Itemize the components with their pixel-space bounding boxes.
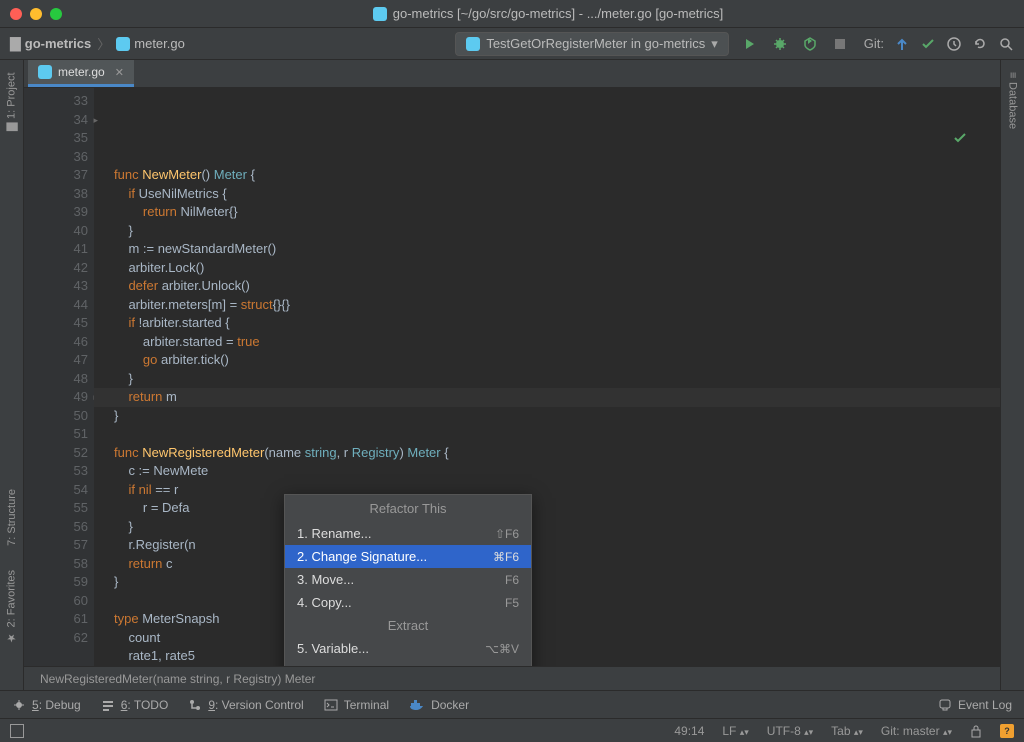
refactor-item[interactable]: 5. Variable...⌥⌘V — [285, 637, 531, 660]
update-project-button[interactable] — [894, 36, 910, 52]
editor-tab-meter[interactable]: meter.go ✕ — [28, 60, 134, 87]
inspection-icon[interactable]: ? — [1000, 724, 1014, 738]
code-scroll-area[interactable]: 3334▸353637383940414243444546474849▸5051… — [24, 88, 1000, 666]
todo-tool-tab[interactable]: 6: TODO — [101, 698, 169, 712]
vcs-tool-tab[interactable]: 9: Version Control — [188, 698, 303, 712]
main-area: ▇1: Project 7: Structure ★2: Favorites m… — [0, 60, 1024, 690]
breadcrumb-project[interactable]: ▇ go-metrics — [10, 35, 91, 52]
run-button[interactable] — [741, 35, 759, 53]
bottom-tool-strip: 5: Debug 6: TODO 9: Version Control Term… — [0, 690, 1024, 718]
folder-icon: ▇ — [10, 35, 21, 52]
refactor-item[interactable]: 3. Move...F6 — [285, 568, 531, 591]
indent-selector[interactable]: Tab ▴▾ — [831, 724, 863, 738]
search-button[interactable] — [998, 36, 1014, 52]
left-tool-strip: ▇1: Project 7: Structure ★2: Favorites — [0, 60, 24, 690]
debug-button[interactable] — [771, 35, 789, 53]
editor-tab-bar: meter.go ✕ — [24, 60, 1000, 88]
run-toolbar — [741, 35, 849, 53]
revert-button[interactable] — [972, 36, 988, 52]
window-title: go-metrics [~/go/src/go-metrics] - .../m… — [82, 6, 1014, 21]
docker-tool-tab[interactable]: Docker — [409, 698, 469, 712]
refactor-item[interactable]: 4. Copy...F5 — [285, 591, 531, 614]
window-controls — [10, 8, 62, 20]
status-bar: 49:14 LF ▴▾ UTF-8 ▴▾ Tab ▴▾ Git: master … — [0, 718, 1024, 742]
debug-tool-tab[interactable]: 5: Debug — [12, 698, 81, 712]
run-configuration-selector[interactable]: TestGetOrRegisterMeter in go-metrics ▾ — [455, 32, 728, 56]
line-ending-selector[interactable]: LF ▴▾ — [722, 724, 748, 738]
maximize-window-button[interactable] — [50, 8, 62, 20]
go-file-icon — [373, 7, 387, 21]
database-tool-tab[interactable]: ≡Database — [1005, 64, 1021, 138]
encoding-selector[interactable]: UTF-8 ▴▾ — [767, 724, 813, 738]
code-breadcrumb[interactable]: NewRegisteredMeter(name string, r Regist… — [24, 666, 1000, 690]
chevron-down-icon: ▾ — [711, 36, 718, 52]
run-coverage-button[interactable] — [801, 35, 819, 53]
vcs-toolbar: Git: — [864, 36, 1014, 52]
go-file-icon — [116, 37, 130, 51]
navigation-bar: ▇ go-metrics 〉 meter.go TestGetOrRegiste… — [0, 28, 1024, 60]
go-file-icon — [38, 65, 52, 79]
popup-title: Refactor This — [285, 495, 531, 522]
right-tool-strip: ≡Database — [1000, 60, 1024, 690]
go-test-icon — [466, 37, 480, 51]
tool-window-toggle[interactable] — [10, 724, 24, 738]
close-window-button[interactable] — [10, 8, 22, 20]
breadcrumb: ▇ go-metrics 〉 meter.go — [10, 34, 455, 53]
commit-button[interactable] — [920, 36, 936, 52]
breadcrumb-separator: 〉 — [97, 34, 110, 53]
titlebar: go-metrics [~/go/src/go-metrics] - .../m… — [0, 0, 1024, 28]
refactor-this-popup: Refactor This 1. Rename...⇧F62. Change S… — [284, 494, 532, 666]
project-tool-tab[interactable]: ▇1: Project — [3, 64, 20, 139]
terminal-tool-tab[interactable]: Terminal — [324, 698, 389, 712]
favorites-tool-tab[interactable]: ★2: Favorites — [3, 562, 20, 652]
stop-button[interactable] — [831, 35, 849, 53]
lock-icon[interactable] — [970, 724, 982, 738]
git-branch-selector[interactable]: Git: master ▴▾ — [881, 724, 952, 738]
structure-tool-tab[interactable]: 7: Structure — [4, 481, 20, 554]
refactor-item[interactable]: 1. Rename...⇧F6 — [285, 522, 531, 545]
gutter[interactable]: 3334▸353637383940414243444546474849▸5051… — [24, 88, 94, 666]
refactor-item[interactable]: 6. Constant...⌥⌘C — [285, 660, 531, 666]
refactor-item[interactable]: 2. Change Signature...⌘F6 — [285, 545, 531, 568]
cursor-position[interactable]: 49:14 — [674, 724, 704, 738]
history-button[interactable] — [946, 36, 962, 52]
close-tab-button[interactable]: ✕ — [115, 66, 124, 79]
minimize-window-button[interactable] — [30, 8, 42, 20]
event-log-tool-tab[interactable]: Event Log — [938, 698, 1012, 712]
code-content[interactable]: func NewMeter() Meter { if UseNilMetrics… — [94, 88, 1000, 666]
editor-area: meter.go ✕ 3334▸353637383940414243444546… — [24, 60, 1000, 690]
git-label: Git: — [864, 36, 884, 51]
popup-extract-header: Extract — [285, 614, 531, 637]
breadcrumb-file[interactable]: meter.go — [116, 36, 185, 51]
